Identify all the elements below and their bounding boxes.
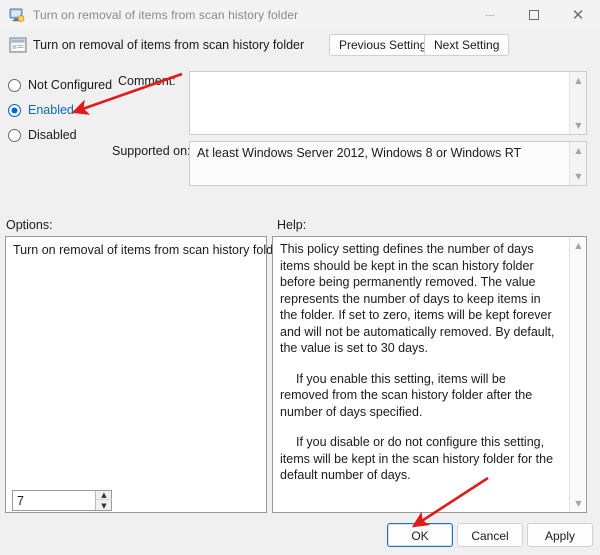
setting-header: Turn on removal of items from scan histo… (0, 30, 600, 62)
setting-title: Turn on removal of items from scan histo… (33, 38, 305, 52)
supported-on-scroll-up-icon[interactable]: ▲ (570, 143, 587, 158)
radio-disabled[interactable]: Disabled (8, 126, 77, 144)
comment-textarea[interactable]: ▲ ▼ (189, 71, 587, 135)
options-panel: Turn on removal of items from scan histo… (5, 236, 284, 513)
minimize-icon (485, 14, 495, 16)
radio-not-configured-indicator (8, 78, 21, 92)
radio-disabled-indicator (8, 128, 21, 142)
spinner-down-icon[interactable]: ▼ (96, 501, 112, 510)
cancel-button[interactable]: Cancel (457, 523, 523, 547)
comment-scrollbar[interactable]: ▲ ▼ (569, 72, 586, 134)
help-panel: This policy setting defines the number o… (272, 236, 587, 513)
supported-on-textarea[interactable]: At least Windows Server 2012, Windows 8 … (189, 141, 587, 186)
radio-not-configured-label: Not Configured (28, 78, 113, 92)
window-policy-icon (9, 7, 25, 23)
days-spinner-buttons[interactable]: ▲ ▼ (95, 491, 112, 510)
supported-on-value: At least Windows Server 2012, Windows 8 … (197, 146, 522, 160)
options-label: Options: (6, 218, 53, 232)
minimize-button[interactable] (468, 0, 512, 30)
supported-on-label: Supported on: (112, 144, 191, 158)
help-paragraph: If you enable this setting, items will b… (280, 371, 533, 419)
policy-setting-icon (9, 36, 27, 54)
apply-button[interactable]: Apply (527, 523, 593, 547)
group-policy-setting-dialog: Turn on removal of items from scan histo… (0, 0, 600, 555)
title-bar: Turn on removal of items from scan histo… (0, 0, 600, 30)
previous-setting-button[interactable]: Previous Setting (329, 34, 437, 56)
comment-label: Comment: (118, 74, 176, 88)
help-paragraph: If you disable or do not configure this … (280, 435, 554, 482)
radio-enabled-indicator (8, 103, 21, 117)
ok-button[interactable]: OK (387, 523, 453, 547)
help-scroll-up-icon[interactable]: ▲ (570, 238, 587, 253)
close-icon: ✕ (571, 5, 585, 24)
next-setting-button[interactable]: Next Setting (424, 34, 510, 56)
comment-scroll-up-icon[interactable]: ▲ (570, 73, 587, 88)
maximize-icon (529, 10, 539, 20)
radio-enabled[interactable]: Enabled (8, 101, 74, 119)
radio-enabled-label: Enabled (28, 103, 74, 117)
help-scrollbar[interactable]: ▲ ▼ (569, 237, 586, 512)
supported-on-scrollbar[interactable]: ▲ ▼ (569, 142, 586, 185)
help-scroll-down-icon[interactable]: ▼ (570, 496, 587, 511)
radio-disabled-label: Disabled (28, 128, 77, 142)
help-label: Help: (277, 218, 307, 232)
spinner-up-icon[interactable]: ▲ (96, 491, 112, 500)
supported-on-scroll-down-icon[interactable]: ▼ (570, 169, 587, 184)
maximize-button[interactable] (512, 0, 556, 30)
help-paragraph: This policy setting defines the number o… (280, 242, 555, 355)
close-button[interactable]: ✕ (556, 0, 600, 30)
radio-not-configured[interactable]: Not Configured (8, 76, 112, 94)
days-spinner[interactable]: ▲ ▼ (12, 490, 112, 511)
option-setting-label: Turn on removal of items from scan histo… (13, 243, 285, 257)
window-title: Turn on removal of items from scan histo… (33, 8, 299, 22)
comment-scroll-down-icon[interactable]: ▼ (570, 118, 587, 133)
help-text: This policy setting defines the number o… (280, 241, 557, 498)
